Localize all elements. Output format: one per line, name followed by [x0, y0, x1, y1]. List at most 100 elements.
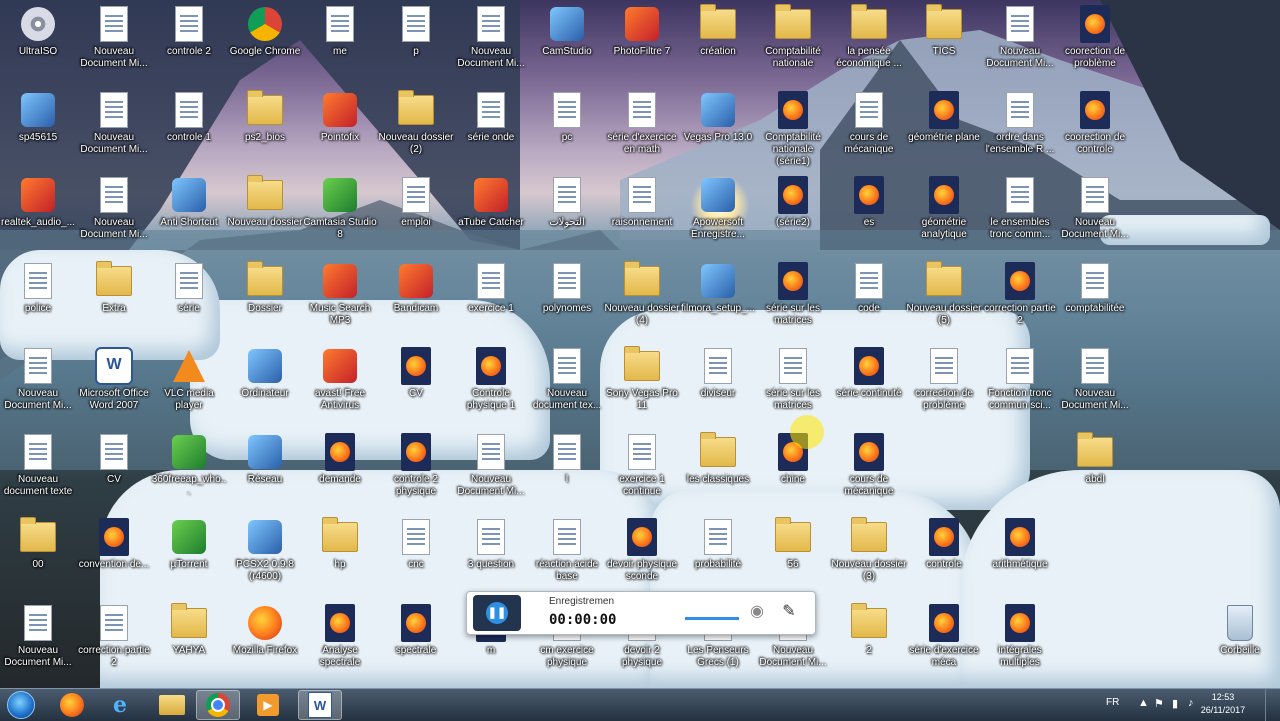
desktop-icon[interactable]: Nouveau Document Mi...: [76, 4, 152, 70]
desktop-icon[interactable]: Google Chrome: [227, 4, 303, 58]
desktop-icon[interactable]: série onde: [453, 90, 529, 144]
desktop-icon[interactable]: TICS: [906, 4, 982, 58]
desktop-icon[interactable]: pc: [529, 90, 605, 144]
desktop-icon[interactable]: cours de mécanique: [831, 90, 907, 156]
desktop-icon[interactable]: Nouveau Document Mi...: [76, 175, 152, 241]
desktop-icon[interactable]: 2: [831, 603, 907, 657]
desktop-icon[interactable]: Controle physique 1: [453, 346, 529, 412]
desktop-icon[interactable]: création: [680, 4, 756, 58]
desktop-icon[interactable]: Nouveau Document Mi...: [453, 4, 529, 70]
desktop-icon[interactable]: PCSX2 0.9.8 (r4600): [227, 517, 303, 583]
desktop-icon[interactable]: exercice 1: [453, 261, 529, 315]
desktop-icon[interactable]: aTube Catcher: [453, 175, 529, 229]
desktop-icon[interactable]: les classiques: [680, 432, 756, 486]
flag-icon[interactable]: ⚑: [1154, 697, 1164, 710]
desktop-icon[interactable]: Dossier: [227, 261, 303, 315]
desktop-icon[interactable]: YAHYA: [151, 603, 227, 657]
desktop-icon[interactable]: Nouveau Document Mi...: [76, 90, 152, 156]
desktop-icon[interactable]: controle 2 physique: [378, 432, 454, 498]
desktop-icon[interactable]: diviseur: [680, 346, 756, 400]
desktop-icon[interactable]: es: [831, 175, 907, 229]
desktop-icon[interactable]: CV: [76, 432, 152, 486]
taskbar-media-player[interactable]: ▶: [246, 690, 290, 720]
desktop-icon[interactable]: Nouveau document tex...: [529, 346, 605, 412]
desktop-icon[interactable]: realtek_audio_...: [0, 175, 76, 229]
desktop-icon[interactable]: devoir physique sconde: [604, 517, 680, 583]
desktop-icon[interactable]: 00: [0, 517, 76, 571]
desktop-icon[interactable]: p: [378, 4, 454, 58]
desktop-icon[interactable]: Nouveau Document Mi...: [0, 346, 76, 412]
language-indicator[interactable]: FR: [1106, 697, 1119, 708]
tray-expand-icon[interactable]: ▲: [1138, 697, 1149, 709]
desktop-icon[interactable]: (série2): [755, 175, 831, 229]
desktop-icon[interactable]: série: [151, 261, 227, 315]
desktop-icon[interactable]: controle: [906, 517, 982, 571]
desktop-icon[interactable]: Nouveau dossier (4): [604, 261, 680, 327]
desktop-icon[interactable]: Extra: [76, 261, 152, 315]
desktop-icon[interactable]: géométrie plane: [906, 90, 982, 144]
desktop-icon[interactable]: code: [831, 261, 907, 315]
start-button[interactable]: [2, 690, 40, 720]
desktop-icon[interactable]: cours de mécanique: [831, 432, 907, 498]
desktop-icon[interactable]: 360freeap_who...: [151, 432, 227, 498]
desktop-icon[interactable]: Vegas Pro 13.0: [680, 90, 756, 144]
desktop-icon[interactable]: Nouveau Document Mi...: [982, 4, 1058, 70]
desktop-icon[interactable]: التحولات: [529, 175, 605, 229]
desktop-icon[interactable]: correction partie 2: [982, 261, 1058, 327]
desktop-icon[interactable]: Nouveau Document Mi...: [1057, 175, 1133, 241]
desktop-icon[interactable]: Nouveau dossier (5): [906, 261, 982, 327]
desktop-icon[interactable]: convention de...: [76, 517, 152, 571]
desktop-icon[interactable]: filmora_setup_...: [680, 261, 756, 315]
desktop-icon[interactable]: l: [529, 432, 605, 486]
show-desktop-button[interactable]: [1265, 689, 1280, 721]
desktop-icon[interactable]: spectrale: [378, 603, 454, 657]
taskbar-internet-explorer[interactable]: e: [98, 690, 142, 720]
desktop-icon[interactable]: Comptabilité nationale (série1): [755, 90, 831, 168]
desktop-icon[interactable]: géométrie analytique: [906, 175, 982, 241]
desktop-icon[interactable]: raisonnement: [604, 175, 680, 229]
desktop-icon[interactable]: controle 1: [151, 90, 227, 144]
desktop-icon[interactable]: abdl: [1057, 432, 1133, 486]
desktop-icon[interactable]: Fonction tronc commun sci...: [982, 346, 1058, 412]
taskbar-file-explorer[interactable]: [150, 690, 194, 720]
taskbar-chrome[interactable]: [196, 690, 240, 720]
desktop-icon[interactable]: Ordinateur: [227, 346, 303, 400]
desktop-icon[interactable]: Mozilla Firefox: [227, 603, 303, 657]
desktop-icon[interactable]: 56: [755, 517, 831, 571]
webcam-icon[interactable]: ◉: [747, 602, 767, 622]
desktop-icon[interactable]: me: [302, 4, 378, 58]
desktop-icon[interactable]: avast! Free Antivirus: [302, 346, 378, 412]
pen-icon[interactable]: ✎: [779, 602, 799, 622]
desktop-icon[interactable]: correction de problème: [906, 346, 982, 412]
desktop-icon[interactable]: controle 2: [151, 4, 227, 58]
taskbar-word[interactable]: W: [298, 690, 342, 720]
desktop-icon[interactable]: réaction acide base: [529, 517, 605, 583]
desktop-icon[interactable]: Bandicam: [378, 261, 454, 315]
desktop-icon[interactable]: polynomes: [529, 261, 605, 315]
desktop-icon[interactable]: Nouveau Document Mi...: [453, 432, 529, 498]
desktop-icon[interactable]: Music Search MP3: [302, 261, 378, 327]
desktop-icon[interactable]: arithmétique: [982, 517, 1058, 571]
desktop-icon[interactable]: série d'exercice en math: [604, 90, 680, 156]
desktop-icon[interactable]: coorection de controle: [1057, 90, 1133, 156]
desktop-icon[interactable]: Réseau: [227, 432, 303, 486]
desktop-icon[interactable]: ordre dans l'ensemble R ...: [982, 90, 1058, 156]
desktop-icon[interactable]: sp45615: [0, 90, 76, 144]
desktop-icon[interactable]: correction partie 2: [76, 603, 152, 669]
desktop-icon[interactable]: Nouveau dossier: [227, 175, 303, 229]
desktop-icon[interactable]: cnc: [378, 517, 454, 571]
desktop-icon[interactable]: Anti Shortcut: [151, 175, 227, 229]
desktop-icon[interactable]: Camtasia Studio 8: [302, 175, 378, 241]
screen-recorder-widget[interactable]: ❚❚ Enregistremen 00:00:00 ◉ ✎: [466, 591, 816, 635]
desktop-icon[interactable]: hp: [302, 517, 378, 571]
system-clock[interactable]: 12:53 26/11/2017: [1188, 691, 1258, 717]
desktop-icon[interactable]: police: [0, 261, 76, 315]
desktop-icon[interactable]: Sony Vegas Pro 11: [604, 346, 680, 412]
desktop-icon[interactable]: UltraISO: [0, 4, 76, 58]
taskbar-firefox[interactable]: [50, 690, 94, 720]
desktop-icon[interactable]: probabilité: [680, 517, 756, 571]
desktop-icon[interactable]: le ensembles tronc comm...: [982, 175, 1058, 241]
desktop-icon[interactable]: 3 question: [453, 517, 529, 571]
desktop-icon[interactable]: VLC media player: [151, 346, 227, 412]
desktop-icon[interactable]: Nouveau dossier (2): [378, 90, 454, 156]
